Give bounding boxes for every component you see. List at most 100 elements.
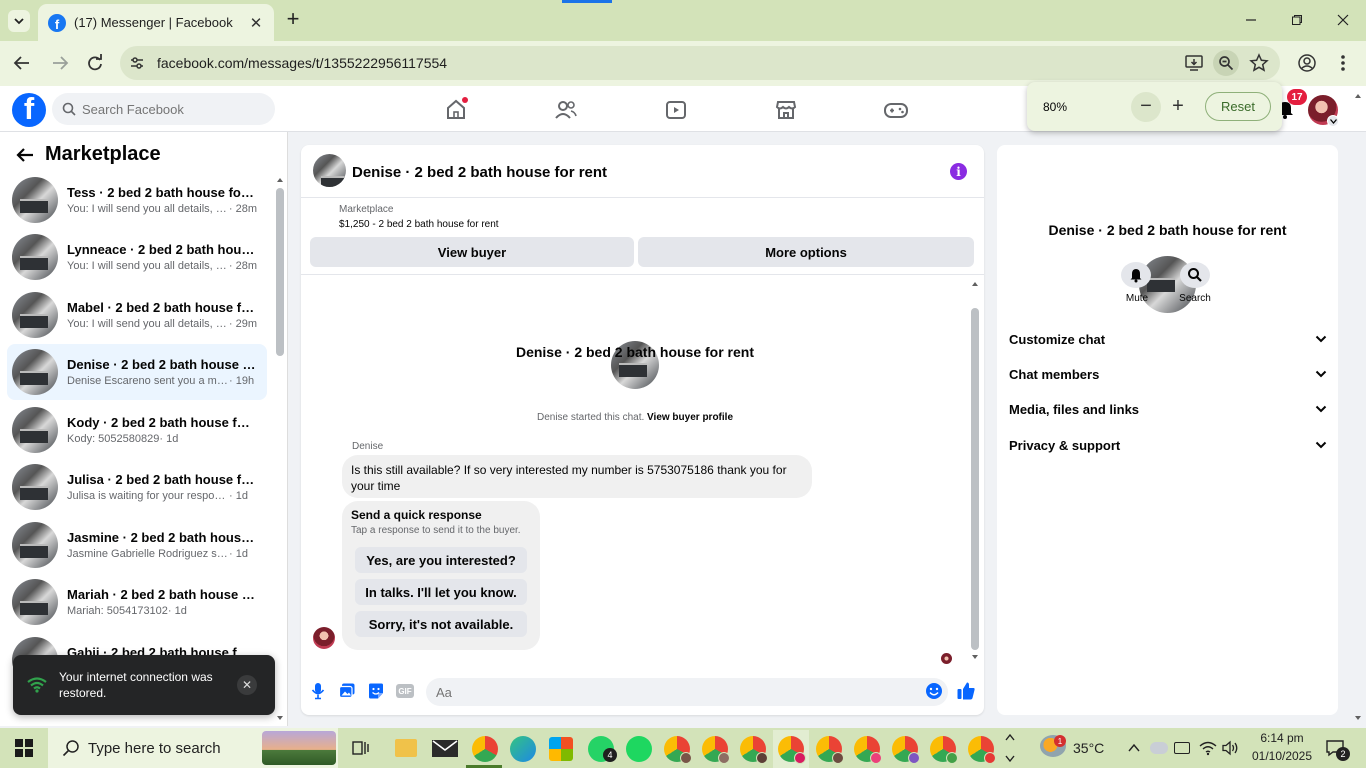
url-text[interactable]: facebook.com/messages/t/1355222956117554 bbox=[157, 55, 447, 71]
facebook-search-input[interactable] bbox=[82, 101, 262, 117]
toast-close-icon[interactable]: ✕ bbox=[237, 675, 257, 695]
new-tab-button[interactable]: + bbox=[282, 8, 304, 32]
conversation-row[interactable]: Jasmine · 2 bed 2 bath house fo... Jasmin… bbox=[7, 517, 267, 573]
store-taskbar-icon[interactable] bbox=[549, 737, 573, 761]
taskbar-scroll-icon[interactable] bbox=[1004, 730, 1016, 766]
info-icon[interactable]: i bbox=[950, 163, 967, 180]
chrome-profile-taskbar-icon[interactable] bbox=[816, 736, 844, 764]
chat-scroll-up-icon[interactable] bbox=[971, 280, 979, 288]
forward-icon[interactable] bbox=[48, 52, 72, 74]
chrome-profile-taskbar-icon[interactable] bbox=[892, 736, 920, 764]
quick-response-yes-button[interactable]: Yes, are you interested? bbox=[355, 547, 527, 573]
view-buyer-button[interactable]: View buyer bbox=[310, 237, 634, 267]
conversation-row[interactable]: Julisa · 2 bed 2 bath house for r... Juli… bbox=[7, 459, 267, 515]
message-input[interactable] bbox=[436, 684, 916, 700]
chrome-profile-taskbar-icon[interactable] bbox=[740, 736, 768, 764]
account-chevron-icon[interactable] bbox=[1327, 115, 1339, 127]
mail-icon[interactable] bbox=[432, 740, 458, 757]
conversation-row[interactable]: Tess · 2 bed 2 bath house for rent You: I… bbox=[7, 172, 267, 228]
quick-response-not-available-button[interactable]: Sorry, it's not available. bbox=[355, 611, 527, 637]
page-scroll-down-icon[interactable] bbox=[1354, 714, 1362, 722]
chat-header-title[interactable]: Denise · 2 bed 2 bath house for rent bbox=[352, 164, 607, 181]
search-in-chat-button[interactable] bbox=[1180, 262, 1210, 288]
reload-icon[interactable] bbox=[83, 52, 107, 74]
chat-header-avatar[interactable] bbox=[313, 154, 346, 187]
browser-menu-icon[interactable] bbox=[1336, 53, 1350, 73]
scroll-down-arrow-icon[interactable] bbox=[276, 714, 284, 722]
details-section-row[interactable]: Media, files and links bbox=[1009, 399, 1327, 419]
bookmark-star-icon[interactable] bbox=[1249, 53, 1269, 73]
photo-icon[interactable] bbox=[338, 682, 356, 700]
conversation-row[interactable]: Denise · 2 bed 2 bath house for ... Denis… bbox=[7, 344, 267, 400]
zoom-icon[interactable] bbox=[1213, 50, 1239, 76]
back-arrow-icon[interactable] bbox=[14, 145, 36, 165]
tab-search-button[interactable] bbox=[8, 10, 30, 32]
conversation-list-scrollbar[interactable] bbox=[276, 188, 284, 356]
facebook-search-box[interactable] bbox=[52, 93, 275, 125]
spotify-taskbar-icon[interactable] bbox=[626, 736, 652, 762]
facebook-logo-icon[interactable]: f bbox=[12, 93, 46, 127]
network-icon[interactable] bbox=[1199, 740, 1217, 756]
details-section-row[interactable]: Chat members bbox=[1009, 364, 1327, 384]
chrome-profile-taskbar-icon[interactable] bbox=[702, 736, 730, 764]
listing-price[interactable]: $1,250 - 2 bed 2 bath house for rent bbox=[339, 219, 499, 230]
chrome-profile-taskbar-icon[interactable] bbox=[664, 736, 692, 764]
gaming-nav-icon[interactable] bbox=[876, 97, 916, 123]
back-icon[interactable] bbox=[10, 52, 34, 74]
message-composer[interactable] bbox=[426, 678, 948, 706]
sticker-icon[interactable] bbox=[367, 682, 385, 700]
windows-start-icon[interactable] bbox=[14, 738, 34, 758]
task-view-icon[interactable] bbox=[350, 738, 370, 758]
conversation-row[interactable]: Kody · 2 bed 2 bath house for r... Kody: … bbox=[7, 402, 267, 458]
message-bubble[interactable]: Is this still available? If so very inte… bbox=[342, 455, 812, 498]
close-tab-icon[interactable]: ✕ bbox=[248, 14, 264, 32]
onedrive-icon[interactable] bbox=[1150, 742, 1168, 754]
scroll-up-arrow-icon[interactable] bbox=[276, 176, 284, 184]
more-options-button[interactable]: More options bbox=[638, 237, 974, 267]
site-info-icon[interactable] bbox=[128, 54, 146, 72]
edge-taskbar-icon[interactable] bbox=[510, 736, 536, 762]
chat-scroll-down-icon[interactable] bbox=[971, 653, 979, 661]
details-section-row[interactable]: Customize chat bbox=[1009, 329, 1327, 349]
chrome-profile-taskbar-icon[interactable] bbox=[930, 736, 958, 764]
show-hidden-icons-icon[interactable] bbox=[1127, 741, 1141, 755]
clock-date[interactable]: 01/10/2025 bbox=[1246, 749, 1318, 763]
conversation-row[interactable]: Lynneace · 2 bed 2 bath house f... You: I… bbox=[7, 229, 267, 285]
browser-tab-messenger[interactable]: f (17) Messenger | Facebook ✕ bbox=[38, 4, 274, 41]
home-notification-dot bbox=[462, 97, 468, 103]
chrome-profile-taskbar-icon[interactable] bbox=[778, 736, 806, 764]
volume-icon[interactable] bbox=[1221, 740, 1239, 756]
clock-time[interactable]: 6:14 pm bbox=[1248, 731, 1316, 745]
mute-button[interactable] bbox=[1121, 262, 1151, 288]
profile-icon[interactable] bbox=[1297, 53, 1317, 73]
minimize-window-icon[interactable] bbox=[1228, 6, 1274, 34]
install-app-icon[interactable] bbox=[1184, 53, 1204, 73]
quick-response-in-talks-button[interactable]: In talks. I'll let you know. bbox=[355, 579, 527, 605]
video-nav-icon[interactable] bbox=[656, 97, 696, 123]
battery-icon[interactable] bbox=[1174, 742, 1190, 754]
view-buyer-profile-link[interactable]: View buyer profile bbox=[647, 412, 733, 423]
conversation-row[interactable]: Mariah · 2 bed 2 bath house for... Mariah… bbox=[7, 574, 267, 630]
home-nav-icon[interactable] bbox=[436, 97, 476, 123]
temperature[interactable]: 35°C bbox=[1073, 740, 1104, 756]
conversation-row[interactable]: Mabel · 2 bed 2 bath house for ... You: I… bbox=[7, 287, 267, 343]
page-scroll-up-icon[interactable] bbox=[1354, 92, 1362, 100]
zoom-out-button[interactable]: − bbox=[1131, 91, 1161, 122]
gif-icon[interactable]: GIF bbox=[396, 684, 414, 698]
zoom-in-button[interactable]: + bbox=[1163, 92, 1193, 122]
sender-avatar[interactable] bbox=[313, 627, 335, 649]
zoom-reset-button[interactable]: Reset bbox=[1205, 92, 1271, 121]
marketplace-nav-icon[interactable] bbox=[766, 97, 806, 123]
thumbs-up-icon[interactable] bbox=[956, 681, 976, 701]
friends-nav-icon[interactable] bbox=[546, 97, 586, 123]
chat-scrollbar[interactable] bbox=[971, 308, 979, 650]
file-explorer-icon[interactable] bbox=[395, 739, 417, 757]
microphone-icon[interactable] bbox=[310, 682, 326, 700]
emoji-icon[interactable] bbox=[925, 682, 943, 700]
chrome-profile-taskbar-icon[interactable] bbox=[854, 736, 882, 764]
chrome-profile-taskbar-icon[interactable] bbox=[968, 736, 996, 764]
restore-window-icon[interactable] bbox=[1274, 6, 1320, 34]
details-section-row[interactable]: Privacy & support bbox=[1009, 435, 1327, 455]
chrome-taskbar-icon[interactable] bbox=[472, 736, 498, 762]
close-window-icon[interactable] bbox=[1320, 6, 1366, 34]
